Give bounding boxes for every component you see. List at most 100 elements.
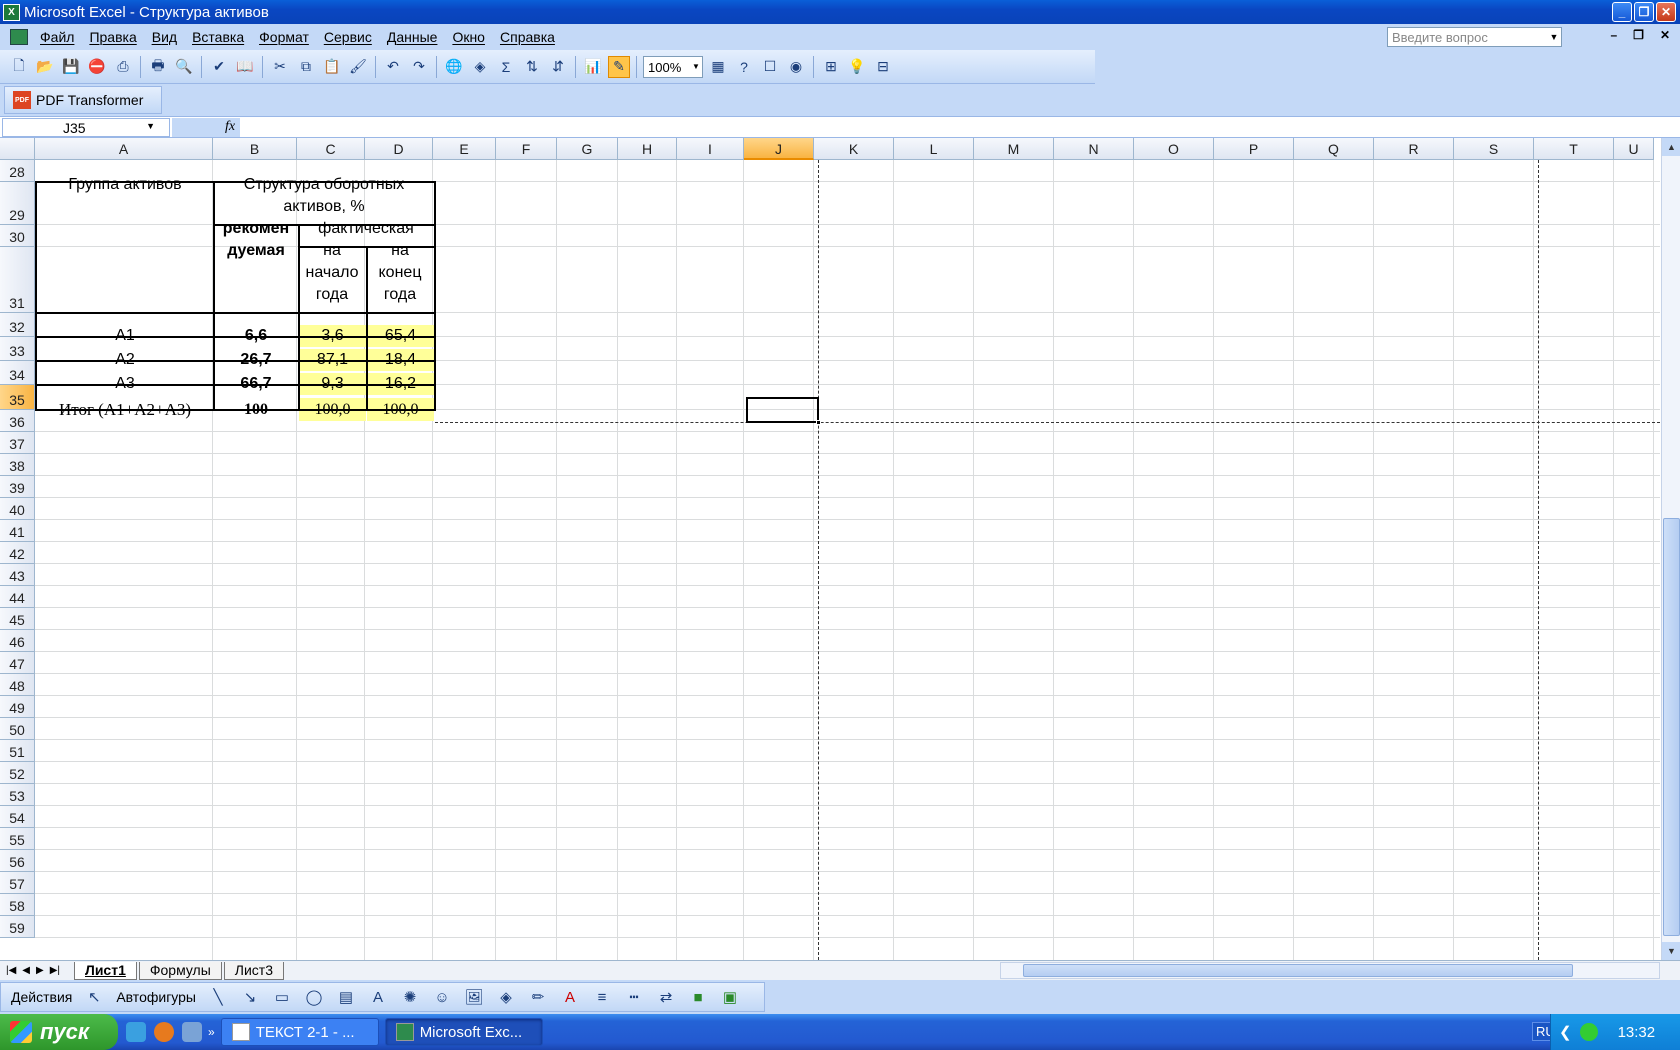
header-start-line1[interactable]: на (298, 240, 366, 262)
row-header-49[interactable]: 49 (0, 696, 35, 718)
close-button[interactable]: ✕ (1656, 2, 1676, 22)
redo-icon[interactable]: ↷ (408, 56, 430, 78)
horizontal-scrollbar[interactable] (1000, 962, 1660, 979)
help-icon[interactable]: ? (733, 56, 755, 78)
chevron-down-icon[interactable]: ▼ (1547, 28, 1561, 46)
sort-descending-icon[interactable]: ⇵ (547, 56, 569, 78)
chevron-down-icon[interactable]: ▼ (690, 57, 702, 77)
column-header-c[interactable]: C (297, 138, 365, 160)
header-structure-line2[interactable]: активов, % (214, 196, 434, 218)
row-header-31[interactable]: 31 (0, 247, 35, 313)
row-header-57[interactable]: 57 (0, 872, 35, 894)
sheet-tab-formulas[interactable]: Формулы (138, 961, 222, 980)
header-recommended-line1[interactable]: рекомен (214, 218, 298, 240)
horizontal-scroll-thumb[interactable] (1023, 964, 1573, 977)
row-header-33[interactable]: 33 (0, 337, 35, 361)
worksheet-grid[interactable]: ABCDEFGHIJKLMNOPQRSTU 28 29 30 31 32 33 34 35 36… (0, 138, 1680, 960)
column-header-n[interactable]: N (1054, 138, 1134, 160)
paste-icon[interactable]: 📋 (321, 56, 343, 78)
zoom-select[interactable]: 100% ▼ (643, 55, 703, 78)
fill-color-icon[interactable]: ◈ (496, 987, 516, 1007)
row-header-59[interactable]: 59 (0, 916, 35, 938)
column-header-k[interactable]: K (814, 138, 894, 160)
clipart-icon[interactable]: ☺ (432, 987, 452, 1007)
row-header-51[interactable]: 51 (0, 740, 35, 762)
table-icon[interactable]: ▦ (707, 56, 729, 78)
formula-input[interactable] (242, 118, 1680, 137)
diagram-icon[interactable]: ✺ (400, 987, 420, 1007)
row-header-36[interactable]: 36 (0, 410, 35, 432)
start-button[interactable]: пуск (0, 1014, 118, 1050)
menu-data[interactable]: Данные (381, 29, 447, 45)
fill-color-icon[interactable]: ◈ (469, 56, 491, 78)
insert-function-icon[interactable]: fx (225, 119, 235, 135)
header-structure-line1[interactable]: Структура оборотных (214, 174, 434, 196)
fill-handle[interactable] (816, 420, 821, 425)
row-header-34[interactable]: 34 (0, 361, 35, 385)
scroll-up-arrow-icon[interactable]: ▲ (1662, 138, 1680, 156)
minimize-button[interactable]: _ (1612, 2, 1632, 22)
research-icon[interactable]: 📖 (234, 56, 256, 78)
cut-icon[interactable]: ✂ (269, 56, 291, 78)
sort-ascending-icon[interactable]: ⇅ (521, 56, 543, 78)
more-quicklaunch-icon[interactable]: » (208, 1025, 215, 1039)
header-recommended-line2[interactable]: дуемая (214, 240, 298, 262)
row-header-42[interactable]: 42 (0, 542, 35, 564)
row-header-58[interactable]: 58 (0, 894, 35, 916)
scroll-down-arrow-icon[interactable]: ▼ (1662, 942, 1680, 960)
row-header-50[interactable]: 50 (0, 718, 35, 740)
column-header-t[interactable]: T (1534, 138, 1614, 160)
column-header-s[interactable]: S (1454, 138, 1534, 160)
task-word-document[interactable]: ТЕКСТ 2-1 - ... (220, 1018, 379, 1046)
permission-icon[interactable]: ⛔ (86, 56, 108, 78)
copy-icon[interactable]: ⧉ (295, 56, 317, 78)
excel-app-icon[interactable]: X (3, 3, 20, 21)
font-color-icon[interactable]: A (560, 987, 580, 1007)
pdf-transformer-button[interactable]: PDF Transformer (36, 92, 143, 108)
column-header-p[interactable]: P (1214, 138, 1294, 160)
preview-icon[interactable]: 🔍 (173, 56, 195, 78)
save-icon[interactable]: 💾 (60, 56, 82, 78)
prev-sheet-icon[interactable]: ◀ (22, 965, 30, 976)
arrow-icon[interactable]: ↘ (240, 987, 260, 1007)
row-header-32[interactable]: 32 (0, 313, 35, 337)
row-header-53[interactable]: 53 (0, 784, 35, 806)
new-document-icon[interactable]: 🗋 (8, 56, 30, 78)
column-header-u[interactable]: U (1614, 138, 1654, 160)
select-all-corner[interactable] (0, 138, 35, 160)
row-header-35[interactable]: 35 (0, 385, 35, 410)
dash-style-icon[interactable]: ┅ (624, 987, 644, 1007)
column-header-l[interactable]: L (894, 138, 974, 160)
next-sheet-icon[interactable]: ▶ (36, 965, 44, 976)
wordart-icon[interactable]: A (368, 987, 388, 1007)
chevron-down-icon[interactable]: ▼ (146, 121, 155, 131)
header-end-line3[interactable]: года (366, 284, 434, 306)
header-actual[interactable]: фактическая (298, 218, 434, 240)
arrow-style-icon[interactable]: ⇄ (656, 987, 676, 1007)
autoshapes-menu[interactable]: Автофигуры (116, 989, 196, 1005)
row-header-54[interactable]: 54 (0, 806, 35, 828)
column-header-a[interactable]: A (35, 138, 213, 160)
shadow-icon[interactable]: ■ (688, 987, 708, 1007)
actions-menu[interactable]: Действия (11, 989, 72, 1005)
select-objects-icon[interactable]: ↖ (84, 987, 104, 1007)
row-header-38[interactable]: 38 (0, 454, 35, 476)
line-icon[interactable]: ╲ (208, 987, 228, 1007)
column-header-f[interactable]: F (496, 138, 557, 160)
menu-view[interactable]: Вид (146, 29, 186, 45)
lightbulb-icon[interactable]: 💡 (846, 56, 868, 78)
task-excel[interactable]: Microsoft Exc... (384, 1018, 543, 1046)
outline-borders-icon[interactable]: ⊟ (872, 56, 894, 78)
column-header-d[interactable]: D (365, 138, 433, 160)
line-style-icon[interactable]: ≡ (592, 987, 612, 1007)
doc-minimize-button[interactable]: – (1610, 28, 1617, 42)
tray-app-icon[interactable] (1579, 1023, 1598, 1041)
last-sheet-icon[interactable]: ▶| (50, 965, 60, 976)
row-header-46[interactable]: 46 (0, 630, 35, 652)
menu-help[interactable]: Справка (494, 29, 564, 45)
doc-close-button[interactable]: ✕ (1660, 28, 1670, 42)
format-painter-icon[interactable]: 🖌 (347, 56, 369, 78)
spelling-icon[interactable]: ✔ (208, 56, 230, 78)
row-header-45[interactable]: 45 (0, 608, 35, 630)
chart-wizard-icon[interactable]: 📊 (582, 56, 604, 78)
